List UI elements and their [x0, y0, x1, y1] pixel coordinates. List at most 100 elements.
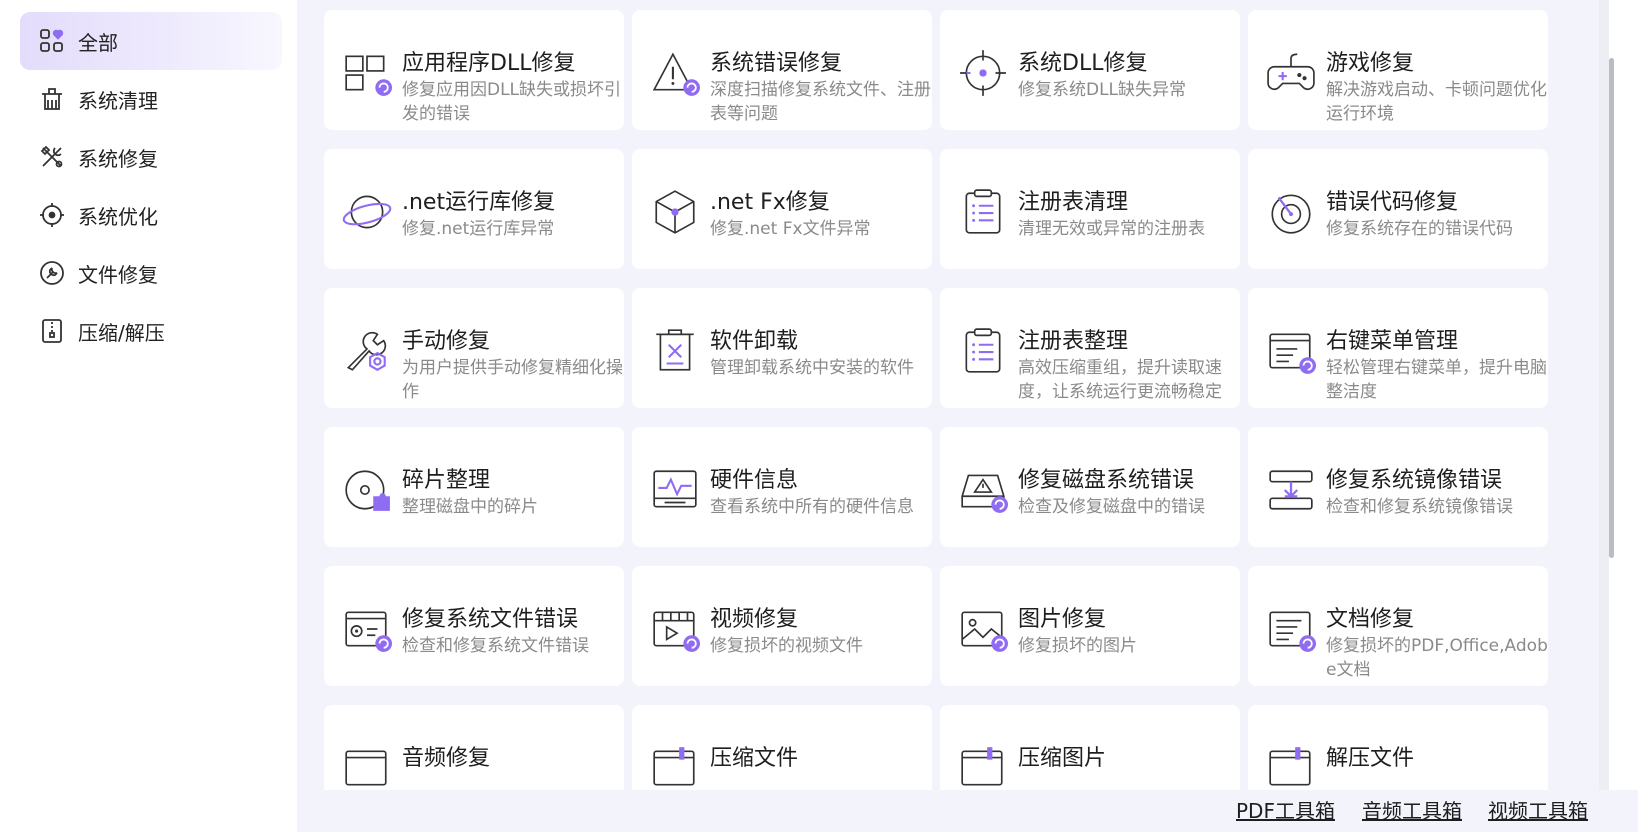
wrench-screwdriver-icon: [38, 143, 66, 171]
compress-file-icon: [650, 743, 700, 790]
sidebar-item-system-repair[interactable]: 系统修复: [20, 128, 282, 186]
video-toolbox-link[interactable]: 视频工具箱: [1488, 795, 1588, 824]
tool-card-description: 查看系统中所有的硬件信息: [710, 497, 914, 517]
tool-card[interactable]: 注册表整理 高效压缩重组，提升读取速度，让系统运行更流畅稳定: [940, 288, 1240, 408]
sidebar-item-system-clean[interactable]: 系统清理: [20, 70, 282, 128]
tool-card-description: 检查和修复系统镜像错误: [1326, 497, 1513, 517]
tool-card-description: 管理卸载系统中安装的软件: [710, 358, 914, 378]
app-dll-repair-icon: [342, 48, 392, 98]
tool-card-title: 注册表清理: [1018, 190, 1129, 215]
tool-card-description: 检查及修复磁盘中的错误: [1018, 497, 1205, 517]
monitor-pulse-icon: [650, 465, 700, 515]
tool-card-description: 修复应用因DLL缺失或损坏引发的错误: [402, 80, 622, 124]
tool-card[interactable]: 系统错误修复深度扫描修复系统文件、注册表等问题: [632, 10, 932, 130]
tool-card[interactable]: 图片修复修复损坏的图片: [940, 566, 1240, 686]
sidebar-item-label: 压缩/解压: [78, 320, 165, 345]
image-icon: [958, 604, 1008, 654]
tool-card-description: 修复系统DLL缺失异常: [1018, 80, 1187, 100]
drive-download-icon: [1266, 465, 1316, 515]
tool-card-title: 系统DLL修复: [1018, 51, 1148, 76]
clipboard-list-icon: [958, 326, 1008, 376]
tool-card[interactable]: 音频修复: [324, 705, 624, 790]
tool-card[interactable]: 修复系统镜像错误检查和修复系统镜像错误: [1248, 427, 1548, 547]
tool-card[interactable]: 手动修复为用户提供手动修复精细化操作: [324, 288, 624, 408]
tool-card[interactable]: 游戏修复解决游戏启动、卡顿问题优化运行环境: [1248, 10, 1548, 130]
tool-card-title: 系统错误修复: [710, 51, 843, 76]
pdf-toolbox-link[interactable]: PDF工具箱: [1236, 795, 1335, 824]
tool-card[interactable]: 压缩图片: [940, 705, 1240, 790]
tool-card[interactable]: 文档修复修复损坏的PDF,Office,Adobe文档: [1248, 566, 1548, 686]
tool-card-description: 修复.net运行库异常: [402, 219, 555, 239]
tool-card-description: 解决游戏启动、卡顿问题优化运行环境: [1326, 80, 1547, 124]
sidebar-item-label: 系统优化: [78, 204, 158, 229]
scrollbar-track[interactable]: [1599, 0, 1609, 790]
grid-heart-icon: [38, 27, 66, 55]
audio-icon: [342, 743, 392, 790]
tool-card-title: 解压文件: [1326, 746, 1415, 771]
sidebar-item-file-repair[interactable]: 文件修复: [20, 244, 282, 302]
tool-card-title: .net运行库修复: [402, 190, 556, 215]
gamepad-icon: [1266, 48, 1316, 98]
tool-card-description: 整理磁盘中的碎片: [402, 497, 538, 517]
sidebar: 全部 系统清理 系统修复 系统优化 文件修复 压缩/解压: [0, 0, 297, 832]
tool-card[interactable]: .net Fx修复 修复.net Fx文件异常: [632, 149, 932, 269]
tool-card-description: 深度扫描修复系统文件、注册表等问题: [710, 80, 931, 124]
tool-card-title: 图片修复: [1018, 607, 1107, 632]
tool-card-title: 修复磁盘系统错误: [1018, 468, 1195, 493]
tool-card[interactable]: 碎片整理 整理磁盘中的碎片: [324, 427, 624, 547]
document-icon: [1266, 604, 1316, 654]
tool-card[interactable]: 错误代码修复 修复系统存在的错误代码: [1248, 149, 1548, 269]
tool-card[interactable]: 修复磁盘系统错误检查及修复磁盘中的错误: [940, 427, 1240, 547]
tool-card-title: 文档修复: [1326, 607, 1415, 632]
trash-icon: [650, 326, 700, 376]
tool-card[interactable]: 视频修复修复损坏的视频文件: [632, 566, 932, 686]
audio-toolbox-link[interactable]: 音频工具箱: [1362, 795, 1462, 824]
tool-card[interactable]: 硬件信息 查看系统中所有的硬件信息: [632, 427, 932, 547]
tool-card-title: 视频修复: [710, 607, 799, 632]
tool-card-title: 游戏修复: [1326, 51, 1415, 76]
sidebar-item-compress[interactable]: 压缩/解压: [20, 302, 282, 360]
disk-warning-icon: [958, 465, 1008, 515]
cube-icon: [650, 187, 700, 237]
tool-card-title: 应用程序DLL修复: [402, 51, 576, 76]
planet-icon: [342, 187, 392, 237]
tool-card[interactable]: 应用程序DLL修复修复应用因DLL缺失或损坏引发的错误: [324, 10, 624, 130]
tool-card-title: 修复系统镜像错误: [1326, 468, 1503, 493]
tool-card-description: 为用户提供手动修复精细化操作: [402, 358, 623, 402]
disk-puzzle-icon: [342, 465, 392, 515]
tool-card[interactable]: 修复系统文件错误检查和修复系统文件错误: [324, 566, 624, 686]
tool-card-title: 软件卸载: [710, 329, 799, 354]
tool-grid: 应用程序DLL修复 修复应用因DLL缺失或损坏引发的错误 系统错误修复 深度扫描修复系…: [297, 0, 1599, 790]
tool-card-title: 右键菜单管理: [1326, 329, 1459, 354]
tool-card[interactable]: 压缩文件: [632, 705, 932, 790]
wrench-hex-icon: [342, 326, 392, 376]
tool-card[interactable]: 系统DLL修复修复系统DLL缺失异常: [940, 10, 1240, 130]
gauge-icon: [1266, 187, 1316, 237]
tool-card[interactable]: 注册表清理清理无效或异常的注册表: [940, 149, 1240, 269]
menu-window-icon: [1266, 326, 1316, 376]
scrollbar-thumb[interactable]: [1609, 58, 1614, 558]
broom-icon: [38, 85, 66, 113]
sidebar-item-system-optimize[interactable]: 系统优化: [20, 186, 282, 244]
warning-repair-icon: [650, 48, 700, 98]
crosshair-icon: [38, 201, 66, 229]
tool-card-description: 修复系统存在的错误代码: [1326, 219, 1513, 239]
tool-card-description: 修复损坏的视频文件: [710, 636, 863, 656]
extract-file-icon: [1266, 743, 1316, 790]
compress-image-icon: [958, 743, 1008, 790]
tool-card-title: .net Fx修复: [710, 190, 830, 215]
tool-card-description: 修复损坏的图片: [1018, 636, 1137, 656]
tool-card-title: 修复系统文件错误: [402, 607, 579, 632]
video-icon: [650, 604, 700, 654]
tool-card[interactable]: 解压文件: [1248, 705, 1548, 790]
tool-card[interactable]: 右键菜单管理 轻松管理右键菜单，提升电脑整洁度: [1248, 288, 1548, 408]
sidebar-item-label: 系统修复: [78, 146, 158, 171]
sidebar-item-all[interactable]: 全部: [20, 12, 282, 70]
tool-card-description: 修复损坏的PDF,Office,Adobe文档: [1326, 636, 1548, 680]
tool-card-description: 清理无效或异常的注册表: [1018, 219, 1205, 239]
tool-card-title: 手动修复: [402, 329, 491, 354]
tool-card[interactable]: 软件卸载管理卸载系统中安装的软件: [632, 288, 932, 408]
target-icon: [958, 48, 1008, 98]
tool-card-description: 检查和修复系统文件错误: [402, 636, 589, 656]
tool-card[interactable]: .net运行库修复修复.net运行库异常: [324, 149, 624, 269]
